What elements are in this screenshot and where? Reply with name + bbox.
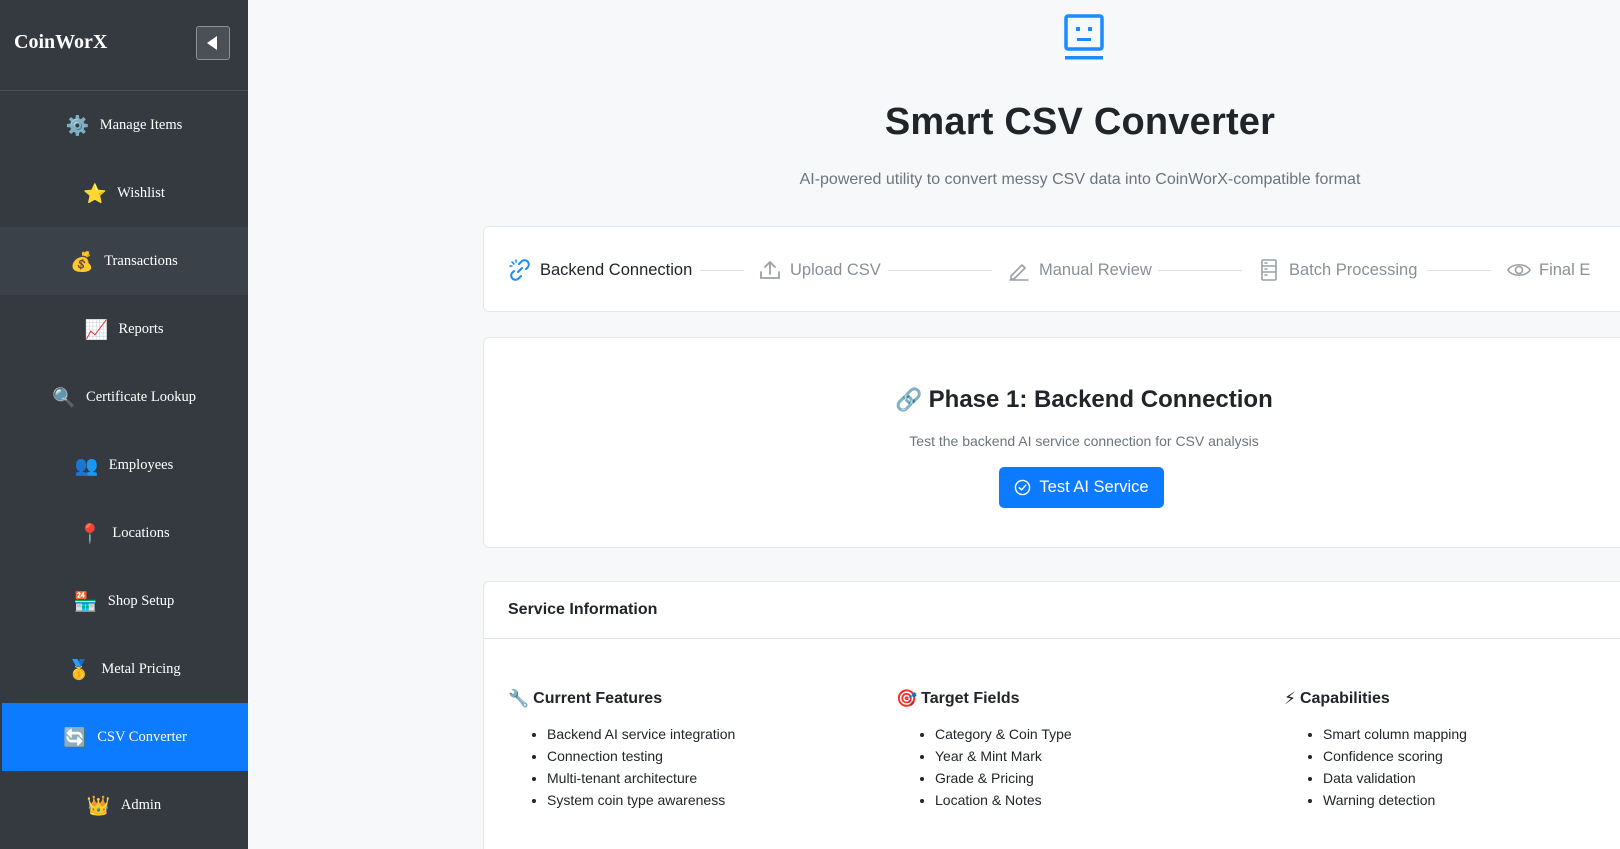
phase-card: 🔗 Phase 1: Backend Connection Test the ba…: [483, 337, 1620, 548]
step-final-export[interactable]: Final E: [1507, 227, 1590, 313]
sidebar-item-wishlist[interactable]: ⭐ Wishlist: [0, 159, 248, 227]
list-item: Warning detection: [1323, 789, 1620, 811]
sidebar-item-csv-converter[interactable]: 🔄 CSV Converter: [2, 703, 248, 771]
page-subtitle: AI-powered utility to convert messy CSV …: [799, 171, 1361, 188]
step-connector: [1158, 270, 1242, 271]
sidebar-item-label: Locations: [112, 524, 170, 541]
button-label: Test AI Service: [1039, 478, 1149, 496]
chevron-left-icon: [207, 36, 217, 50]
lightning-icon: ⚡: [1284, 689, 1296, 709]
store-icon: 🏪: [73, 590, 98, 613]
column-title-row: 🔧 Current Features: [508, 689, 868, 709]
column-title-row: ⚡ Capabilities: [1284, 689, 1620, 709]
gear-icon: ⚙️: [65, 114, 90, 137]
step-backend-connection[interactable]: Backend Connection: [508, 227, 692, 313]
refresh-icon: 🔄: [63, 726, 87, 749]
column-title: Target Fields: [921, 690, 1020, 707]
check-circle-icon: [1015, 479, 1031, 496]
feature-list: Smart column mapping Confidence scoring …: [1284, 723, 1620, 811]
collapse-sidebar-button[interactable]: [196, 26, 230, 60]
features-column: 🔧 Current Features Backend AI service in…: [508, 689, 868, 811]
main-content: Smart CSV Converter AI-powered utility t…: [248, 0, 1620, 849]
sidebar-item-label: Metal Pricing: [101, 660, 181, 677]
feature-list: Backend AI service integration Connectio…: [508, 723, 868, 811]
database-icon: [1261, 259, 1277, 281]
column-title: Current Features: [533, 690, 663, 707]
brand-logo[interactable]: CoinWorX: [14, 31, 107, 54]
phase-description: Test the backend AI service connection f…: [909, 433, 1259, 449]
step-label: Batch Processing: [1289, 260, 1418, 279]
target-icon: 🎯: [896, 689, 918, 709]
sidebar: CoinWorX ⚙️ Manage Items ⭐ Wishlist 💰 Tr…: [0, 0, 248, 849]
column-title-row: 🎯 Target Fields: [896, 689, 1256, 709]
sidebar-item-certificate-lookup[interactable]: 🔍 Certificate Lookup: [0, 363, 248, 431]
step-label: Backend Connection: [540, 260, 693, 279]
sidebar-item-admin[interactable]: 👑 Admin: [0, 771, 248, 839]
feature-list: Category & Coin Type Year & Mint Mark Gr…: [896, 723, 1256, 811]
step-manual-review[interactable]: Manual Review: [1007, 227, 1152, 313]
sidebar-item-label: Admin: [120, 796, 162, 813]
sidebar-item-label: Shop Setup: [107, 592, 175, 609]
sidebar-item-label: Certificate Lookup: [86, 388, 196, 405]
people-icon: 👥: [74, 454, 99, 477]
sidebar-item-locations[interactable]: 📍 Locations: [0, 499, 248, 567]
sidebar-item-label: Reports: [118, 320, 164, 337]
step-upload-csv[interactable]: Upload CSV: [758, 227, 881, 313]
sidebar-item-label: Wishlist: [117, 184, 165, 201]
list-item: Category & Coin Type: [935, 723, 1256, 745]
star-icon: ⭐: [83, 182, 107, 205]
magnifier-icon: 🔍: [52, 386, 76, 409]
list-item: Data validation: [1323, 767, 1620, 789]
step-label: Manual Review: [1039, 260, 1152, 279]
sidebar-item-shop-setup[interactable]: 🏪 Shop Setup: [0, 567, 248, 635]
list-item: Year & Mint Mark: [935, 745, 1256, 767]
sidebar-item-employees[interactable]: 👥 Employees: [0, 431, 248, 499]
list-item: Grade & Pricing: [935, 767, 1256, 789]
column-title: Capabilities: [1299, 690, 1390, 707]
card-header: Service Information: [484, 582, 1620, 639]
page-title: Smart CSV Converter: [884, 101, 1276, 143]
target-fields-column: 🎯 Target Fields Category & Coin Type Yea…: [896, 689, 1256, 811]
test-ai-service-button[interactable]: Test AI Service: [999, 467, 1164, 508]
medal-icon: 🥇: [67, 658, 91, 681]
list-item: Connection testing: [547, 745, 868, 767]
list-item: Backend AI service integration: [547, 723, 868, 745]
phase-title-row: 🔗 Phase 1: Backend Connection: [484, 386, 1620, 414]
step-connector: [888, 270, 992, 271]
wrench-icon: 🔧: [508, 689, 530, 709]
list-item: Multi-tenant architecture: [547, 767, 868, 789]
step-label: Upload CSV: [790, 260, 881, 279]
sidebar-item-label: Transactions: [104, 252, 178, 269]
link-icon: 🔗: [895, 388, 923, 413]
robot-icon: [1064, 14, 1104, 60]
sidebar-item-label: Manage Items: [99, 116, 183, 133]
phase-title: Phase 1: Backend Connection: [928, 386, 1273, 413]
sidebar-item-transactions[interactable]: 💰 Transactions: [0, 227, 248, 295]
eye-icon: [1507, 263, 1531, 277]
list-item: Smart column mapping: [1323, 723, 1620, 745]
link-icon: [509, 259, 530, 281]
pin-icon: 📍: [78, 522, 103, 545]
sidebar-header: CoinWorX: [0, 0, 248, 91]
step-batch-processing[interactable]: Batch Processing: [1257, 227, 1417, 313]
pencil-icon: [1009, 264, 1029, 281]
step-label: Final E: [1539, 260, 1591, 279]
list-item: System coin type awareness: [547, 789, 868, 811]
sidebar-item-reports[interactable]: 📈 Reports: [0, 295, 248, 363]
progress-stepper: Backend Connection Upload CSV Manual Rev…: [483, 226, 1620, 312]
crown-icon: 👑: [86, 794, 111, 817]
sidebar-item-manage-items[interactable]: ⚙️ Manage Items: [0, 91, 248, 159]
sidebar-item-label: Employees: [108, 456, 174, 473]
step-connector: [1427, 270, 1491, 271]
sidebar-item-metal-pricing[interactable]: 🥇 Metal Pricing: [0, 635, 248, 703]
list-item: Confidence scoring: [1323, 745, 1620, 767]
step-connector: [700, 270, 744, 271]
service-information-card: Service Information 🔧 Current Features B…: [483, 581, 1620, 849]
chart-icon: 📈: [84, 318, 109, 341]
upload-icon: [760, 261, 780, 279]
money-bag-icon: 💰: [70, 250, 94, 273]
sidebar-item-label: CSV Converter: [97, 728, 187, 745]
capabilities-column: ⚡ Capabilities Smart column mapping Conf…: [1284, 689, 1620, 811]
list-item: Location & Notes: [935, 789, 1256, 811]
